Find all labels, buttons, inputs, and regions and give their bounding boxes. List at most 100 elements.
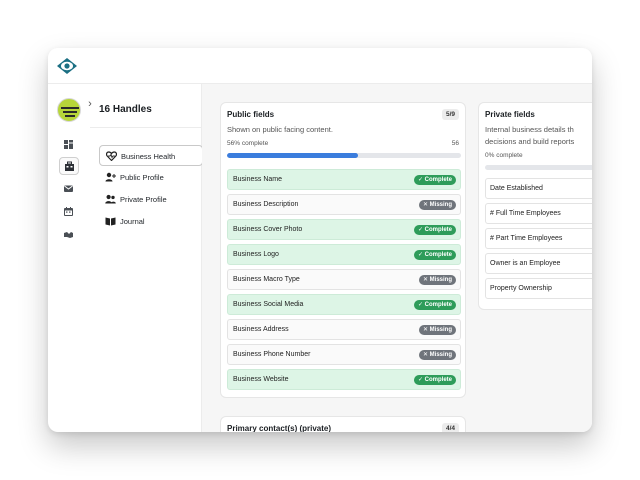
check-icon: ✓ bbox=[417, 302, 425, 308]
dashboard-icon[interactable] bbox=[59, 136, 79, 154]
nav-item-private-profile[interactable]: Private Profile bbox=[99, 189, 203, 210]
avatar-logo-line bbox=[63, 111, 77, 113]
field-row[interactable]: Business Social Media ✓ Complete bbox=[227, 294, 461, 315]
x-icon: ✕ bbox=[422, 352, 430, 358]
check-icon: ✓ bbox=[417, 227, 425, 233]
missing-status-badge: ✕ Missing bbox=[418, 275, 456, 285]
business-icon[interactable] bbox=[59, 157, 79, 175]
field-row[interactable]: Owner is an Employee bbox=[485, 253, 592, 274]
missing-status-badge: ✕ Missing bbox=[418, 325, 456, 335]
business-subnav: 16 Handles Business Health Public Profil… bbox=[90, 84, 203, 432]
nav-item-journal[interactable]: Journal bbox=[99, 211, 203, 232]
field-row[interactable]: Property Ownership bbox=[485, 278, 592, 299]
field-row[interactable]: Business Website ✓ Complete bbox=[227, 369, 461, 390]
check-icon: ✓ bbox=[417, 377, 425, 383]
field-name: Business Name bbox=[233, 176, 283, 183]
status-label: Missing bbox=[429, 277, 452, 283]
progress-value: 56 bbox=[451, 140, 459, 147]
handshake-icon[interactable] bbox=[59, 226, 79, 244]
field-name: # Full Time Employees bbox=[490, 210, 561, 217]
field-row[interactable]: Business Phone Number ✕ Missing bbox=[227, 344, 461, 365]
user-plus-icon bbox=[105, 172, 116, 182]
progress-label: 56% complete bbox=[227, 140, 269, 147]
app-window: › 16 Handles Business Health Public Prof… bbox=[48, 48, 592, 432]
description-line: Internal business details th bbox=[485, 125, 574, 134]
field-name: Business Phone Number bbox=[233, 351, 311, 358]
business-avatar[interactable] bbox=[57, 98, 81, 122]
progress-track bbox=[227, 153, 461, 158]
field-name: Business Cover Photo bbox=[233, 226, 303, 233]
field-row[interactable]: Business Description ✕ Missing bbox=[227, 194, 461, 215]
mail-icon[interactable] bbox=[59, 180, 79, 198]
field-name: Business Website bbox=[233, 376, 289, 383]
status-label: Complete bbox=[424, 377, 452, 383]
progress-track bbox=[485, 165, 592, 170]
nav-item-business-health[interactable]: Business Health bbox=[99, 145, 203, 166]
main-content: Public fields 5/9 Shown on public facing… bbox=[202, 84, 592, 432]
field-row[interactable]: Date Established bbox=[485, 178, 592, 199]
calendar-icon[interactable] bbox=[59, 203, 79, 221]
book-icon bbox=[105, 217, 116, 226]
status-label: Complete bbox=[424, 252, 452, 258]
card-title: Primary contact(s) (private) bbox=[227, 424, 332, 432]
complete-status-badge: ✓ Complete bbox=[413, 375, 456, 385]
progress-fill bbox=[227, 153, 359, 158]
field-name: Business Logo bbox=[233, 251, 279, 258]
nav-item-label: Journal bbox=[120, 217, 145, 226]
missing-status-badge: ✕ Missing bbox=[418, 200, 456, 210]
eye-logo-icon[interactable] bbox=[56, 56, 78, 76]
field-row[interactable]: Business Cover Photo ✓ Complete bbox=[227, 219, 461, 240]
users-icon bbox=[105, 194, 116, 204]
status-label: Missing bbox=[429, 352, 452, 358]
card-description: Shown on public facing content. bbox=[227, 125, 333, 134]
field-row[interactable]: # Full Time Employees bbox=[485, 203, 592, 224]
complete-status-badge: ✓ Complete bbox=[413, 300, 456, 310]
field-name: Business Address bbox=[233, 326, 289, 333]
status-label: Complete bbox=[424, 302, 452, 308]
field-name: Property Ownership bbox=[490, 285, 552, 292]
private-fields-card: Private fields Internal business details… bbox=[478, 102, 592, 310]
field-row[interactable]: Business Macro Type ✕ Missing bbox=[227, 269, 461, 290]
complete-status-badge: ✓ Complete bbox=[413, 225, 456, 235]
x-icon: ✕ bbox=[422, 202, 430, 208]
card-title: Private fields bbox=[485, 110, 535, 119]
progress-label: 0% complete bbox=[485, 152, 523, 159]
completion-count-badge: 5/9 bbox=[441, 109, 459, 120]
heart-pulse-icon bbox=[106, 151, 117, 161]
field-row[interactable]: Business Logo ✓ Complete bbox=[227, 244, 461, 265]
x-icon: ✕ bbox=[422, 327, 430, 333]
nav-item-label: Business Health bbox=[121, 152, 176, 161]
field-name: Owner is an Employee bbox=[490, 260, 561, 267]
top-bar bbox=[48, 48, 592, 84]
primary-contacts-card: Primary contact(s) (private) 4/4 bbox=[220, 416, 466, 432]
business-name-title: 16 Handles bbox=[99, 104, 152, 115]
field-name: Business Macro Type bbox=[233, 276, 300, 283]
status-label: Missing bbox=[429, 202, 452, 208]
field-row[interactable]: Business Address ✕ Missing bbox=[227, 319, 461, 340]
complete-status-badge: ✓ Complete bbox=[413, 175, 456, 185]
description-line: decisions and build reports bbox=[485, 137, 575, 146]
nav-item-label: Private Profile bbox=[120, 195, 167, 204]
icon-rail: › bbox=[48, 84, 92, 432]
check-icon: ✓ bbox=[417, 177, 425, 183]
divider bbox=[90, 127, 202, 128]
field-name: # Part Time Employees bbox=[490, 235, 563, 242]
avatar-logo-line bbox=[61, 107, 79, 109]
nav-item-public-profile[interactable]: Public Profile bbox=[99, 167, 203, 188]
field-row[interactable]: # Part Time Employees bbox=[485, 228, 592, 249]
field-row[interactable]: Business Name ✓ Complete bbox=[227, 169, 461, 190]
status-label: Complete bbox=[424, 177, 452, 183]
public-fields-card: Public fields 5/9 Shown on public facing… bbox=[220, 102, 466, 398]
field-name: Business Social Media bbox=[233, 301, 304, 308]
avatar-logo-line bbox=[65, 115, 75, 117]
completion-count-badge: 4/4 bbox=[441, 423, 459, 432]
status-label: Missing bbox=[429, 327, 452, 333]
status-label: Complete bbox=[424, 227, 452, 233]
field-name: Date Established bbox=[490, 185, 543, 192]
check-icon: ✓ bbox=[417, 252, 425, 258]
card-description: Internal business details th decisions a… bbox=[485, 124, 574, 148]
missing-status-badge: ✕ Missing bbox=[418, 350, 456, 360]
x-icon: ✕ bbox=[422, 277, 430, 283]
complete-status-badge: ✓ Complete bbox=[413, 250, 456, 260]
nav-item-label: Public Profile bbox=[120, 173, 164, 182]
